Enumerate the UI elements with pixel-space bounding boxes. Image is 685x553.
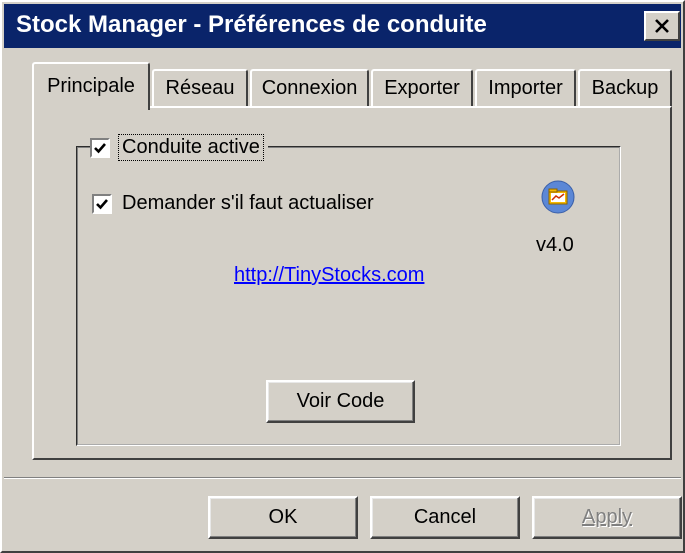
dialog-window: Stock Manager - Préférences de conduite …: [0, 0, 685, 553]
checkmark-icon: [94, 142, 106, 153]
version-label: v4.0: [536, 234, 574, 256]
ok-button[interactable]: OK: [208, 496, 358, 539]
tab-label: Exporter: [384, 77, 460, 99]
website-link[interactable]: http://TinyStocks.com: [234, 264, 424, 287]
apply-button[interactable]: Apply: [532, 496, 682, 539]
demander-checkbox[interactable]: [92, 193, 112, 214]
tab-principale[interactable]: Principale: [32, 62, 150, 110]
demander-row[interactable]: Demander s'il faut actualiser: [92, 192, 374, 215]
voir-code-button[interactable]: Voir Code: [266, 380, 415, 423]
tab-backup[interactable]: Backup: [578, 69, 672, 107]
footer-separator: [4, 477, 681, 479]
tab-label: Importer: [488, 77, 563, 99]
tab-exporter[interactable]: Exporter: [371, 69, 473, 107]
tab-connexion[interactable]: Connexion: [250, 69, 369, 107]
tab-label: Backup: [591, 77, 659, 99]
close-icon: [655, 19, 669, 33]
conduite-active-checkbox[interactable]: [90, 137, 110, 158]
tab-label: Réseau: [165, 77, 235, 99]
tab-label: Connexion: [261, 77, 358, 99]
conduite-active-row[interactable]: Conduite active: [90, 134, 268, 161]
cancel-button[interactable]: Cancel: [370, 496, 520, 539]
demander-label: Demander s'il faut actualiser: [122, 192, 374, 214]
tab-importer[interactable]: Importer: [475, 69, 576, 107]
apply-label: Apply: [581, 506, 633, 528]
tab-panel-principale: Conduite active Demander s'il faut actua…: [32, 106, 672, 460]
close-button[interactable]: [644, 11, 680, 41]
folder-chart-icon: [541, 180, 575, 214]
title-bar[interactable]: Stock Manager - Préférences de conduite: [4, 4, 681, 48]
tab-label: Principale: [47, 75, 135, 97]
tab-reseau[interactable]: Réseau: [152, 69, 248, 107]
checkmark-icon: [96, 198, 108, 209]
conduite-active-label: Conduite active: [118, 134, 264, 161]
window-title: Stock Manager - Préférences de conduite: [16, 11, 487, 38]
